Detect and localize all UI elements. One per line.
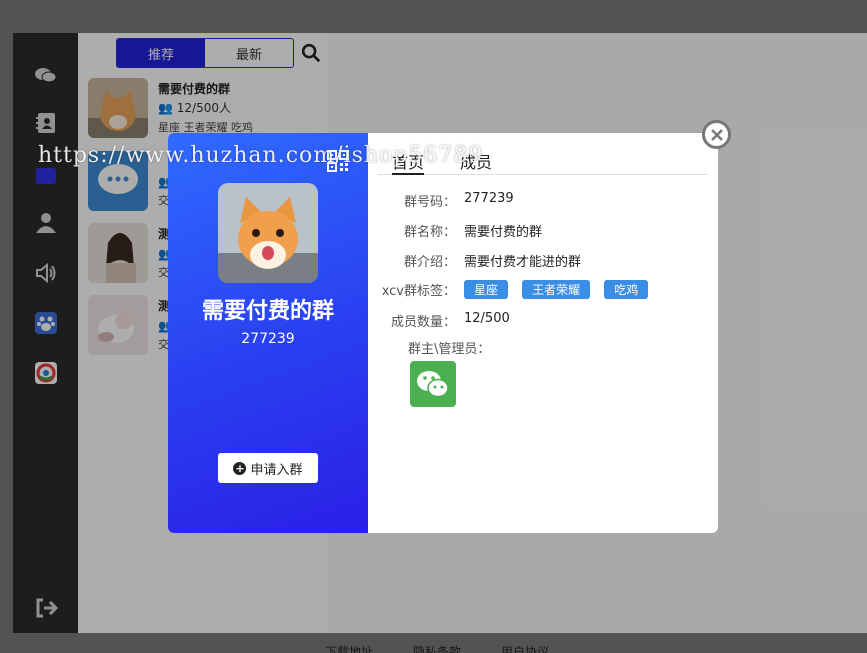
tag-list: 星座 王者荣耀 吃鸡 <box>464 280 658 299</box>
info-row-group-intro: 群介绍： 需要付费才能进的群 <box>368 251 718 271</box>
info-label: 群介绍： <box>403 255 456 270</box>
apply-join-button[interactable]: + 申请入群 <box>218 453 318 483</box>
info-value: 需要付费才能进的群 <box>464 255 582 270</box>
info-label: 群号码： <box>403 195 456 210</box>
modal-info-panel: 首页 成员 群号码： 277239 群名称： 需要付费的群 群介绍： 需要付费才… <box>368 133 718 533</box>
info-row-group-name: 群名称： 需要付费的群 <box>368 221 718 241</box>
group-title: 需要付费的群 <box>201 299 334 324</box>
admin-label: 群主\管理员： <box>408 342 491 357</box>
wechat-icon[interactable] <box>410 361 456 407</box>
info-row-group-number: 群号码： 277239 <box>368 191 718 211</box>
tag-badge: 王者荣耀 <box>522 280 591 299</box>
info-value: 需要付费的群 <box>464 225 543 240</box>
info-label: xcv群标签： <box>381 284 456 299</box>
group-id: 277239 <box>241 331 295 347</box>
modal-profile-panel: 需要付费的群 277239 + 申请入群 <box>168 133 368 533</box>
info-label: 成员数量： <box>390 315 456 330</box>
tag-badge: 星座 <box>464 280 509 299</box>
apply-join-label: 申请入群 <box>250 462 303 478</box>
group-detail-modal: 需要付费的群 277239 + 申请入群 首页 成员 群号码： 277239 群… <box>168 133 718 533</box>
info-value: 12/500 <box>464 311 510 326</box>
tag-badge: 吃鸡 <box>604 280 649 299</box>
info-row-member-count: 成员数量： 12/500 <box>368 311 718 331</box>
close-icon[interactable] <box>702 120 731 149</box>
group-avatar <box>218 183 318 283</box>
info-row-group-tags: xcv群标签： 星座 王者荣耀 吃鸡 <box>368 280 718 300</box>
info-value: 277239 <box>464 191 514 206</box>
plus-circle-icon: + <box>233 461 247 475</box>
info-label: 群名称： <box>403 225 456 240</box>
watermark-text: https://www.huzhan.com/ishop56789 <box>38 143 484 168</box>
